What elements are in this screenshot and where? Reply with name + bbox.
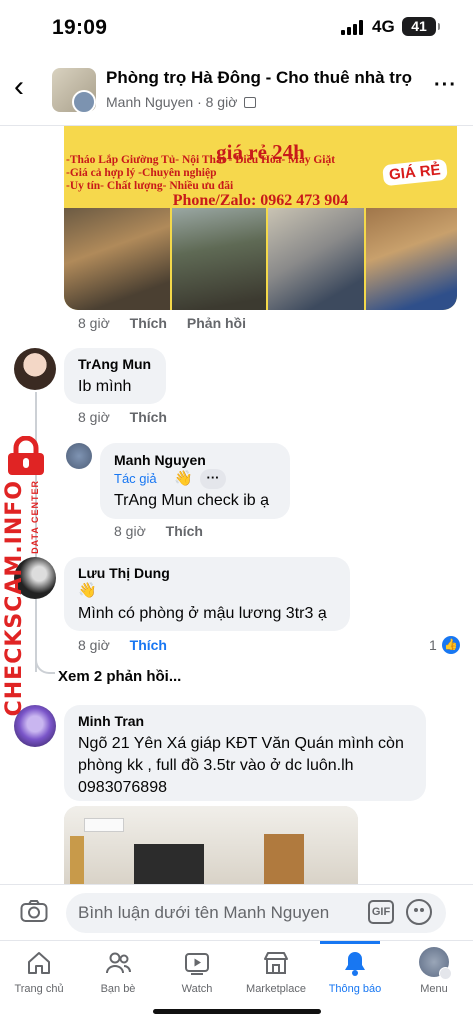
post-actions: 8 giờ Thích Phản hồi [78,315,246,331]
home-icon [28,952,50,974]
commenter-avatar[interactable] [14,348,56,390]
comment-text: Mình có phòng ở mậu lương 3tr3 ạ [78,605,327,622]
comment-actions: 8 giờ Thích [78,409,167,425]
post-byline: Manh Nguyen · 8 giờ [106,94,257,110]
marketplace-icon [264,952,288,974]
comment-composer: Bình luận dưới tên Manh Nguyen GIF [0,884,473,940]
comment-bubble: Minh Tran Ngõ 21 Yên Xá giáp KĐT Văn Quá… [64,705,426,801]
photo-boxes [366,208,457,310]
commenter-name[interactable]: Lưu Thị Dung [78,565,170,581]
back-icon[interactable]: ‹ [14,72,24,102]
group-title[interactable]: Phòng trọ Hà Đông - Cho thuê nhà trọ [106,68,412,88]
comment-text-line: phòng kk , full đồ 3.5tr vào ở dc luôn.l… [78,757,354,774]
network-type: 4G [372,17,395,36]
like-count: 1 [429,637,437,653]
comment-actions: 8 giờ Thích [78,637,167,653]
wave-emoji-icon: 👋 [174,470,193,487]
comment-bubble: Manh Nguyen Tác giả 👋 ··· TrAng Mun chec… [100,443,290,519]
comment-bubble: Lưu Thị Dung 👋 Mình có phòng ở mậu lương… [64,557,350,631]
status-bar: 19:09 4G 41 [0,0,473,56]
commenter-name[interactable]: Manh Nguyen [114,452,206,468]
like-button[interactable]: Thích [130,637,167,653]
photo-packing [268,208,364,310]
signal-icon [341,20,365,35]
camera-icon[interactable] [20,899,48,923]
group-privacy-icon [244,97,257,108]
status-time: 19:09 [52,16,108,39]
like-button[interactable]: Thích [130,315,167,331]
reply-button[interactable]: Phản hồi [187,315,246,331]
see-more-replies[interactable]: Xem 2 phản hồi... [58,668,181,685]
bell-icon [345,952,365,976]
author-avatar[interactable] [66,443,92,469]
post-time-label: 8 giờ [78,315,110,331]
lock-icon [8,436,44,475]
comment-placeholder: Bình luận dưới tên Manh Nguyen [78,903,330,922]
like-button[interactable]: Thích [130,409,167,425]
comment-text-line: 0983076898 [78,779,167,796]
watermark-text: CHECKSCAM.INFO [2,480,27,717]
wave-emoji-icon: 👋 [78,582,97,599]
home-indicator [153,1009,321,1014]
comment-text-line: Ngõ 21 Yên Xá giáp KĐT Văn Quán mình còn [78,735,404,752]
tab-friends[interactable]: Bạn bè [79,941,157,1011]
comment-actions: 8 giờ Thích [114,523,203,539]
post-image[interactable]: giá rẻ 24h -Tháo Lắp Giường Tủ- Nội Thất… [64,126,457,310]
tab-marketplace[interactable]: Marketplace [237,941,315,1011]
photo-truck [172,208,266,310]
comment-text: Ib mình [78,378,132,395]
emoji-icon[interactable] [406,899,432,925]
more-options-icon[interactable]: ··· [434,74,457,97]
thread-connector [35,642,55,674]
thumbs-up-icon[interactable]: 👍 [442,636,460,654]
battery-icon: 41 [402,17,440,36]
watermark-subtext: DATA CENTER [30,480,40,554]
comment-photo[interactable] [64,806,358,884]
tab-notifications[interactable]: Thông báo [316,941,394,1011]
ad-banner: giá rẻ 24h -Tháo Lắp Giường Tủ- Nội Thất… [64,126,457,209]
author-avatar[interactable] [72,90,96,114]
like-button[interactable]: Thích [166,523,203,539]
author-badge: Tác giả [114,471,157,486]
tab-menu[interactable]: Menu [395,941,473,1011]
banner-list: -Tháo Lắp Giường Tủ- Nội Thất - Điều Hòa… [66,154,336,192]
commenter-name[interactable]: Minh Tran [78,713,144,729]
watch-icon [185,953,209,975]
post-header: ‹ Phòng trọ Hà Đông - Cho thuê nhà trọ M… [0,56,473,126]
author-name[interactable]: Manh Nguyen [106,94,193,110]
post-time: 8 giờ [205,94,238,110]
photo-furniture [64,208,170,310]
more-badges-icon[interactable]: ··· [200,469,226,489]
gif-button[interactable]: GIF [368,900,394,924]
menu-avatar-icon [419,947,452,980]
group-avatar[interactable] [52,68,96,114]
comment-input[interactable]: Bình luận dưới tên Manh Nguyen GIF [66,893,446,933]
comment-text: TrAng Mun check ib ạ [114,492,270,509]
tab-home[interactable]: Trang chủ [0,941,78,1011]
friends-icon [106,952,131,974]
tab-watch[interactable]: Watch [158,941,236,1011]
commenter-name[interactable]: TrAng Mun [78,356,151,372]
comment-bubble: TrAng Mun Ib mình [64,348,166,404]
